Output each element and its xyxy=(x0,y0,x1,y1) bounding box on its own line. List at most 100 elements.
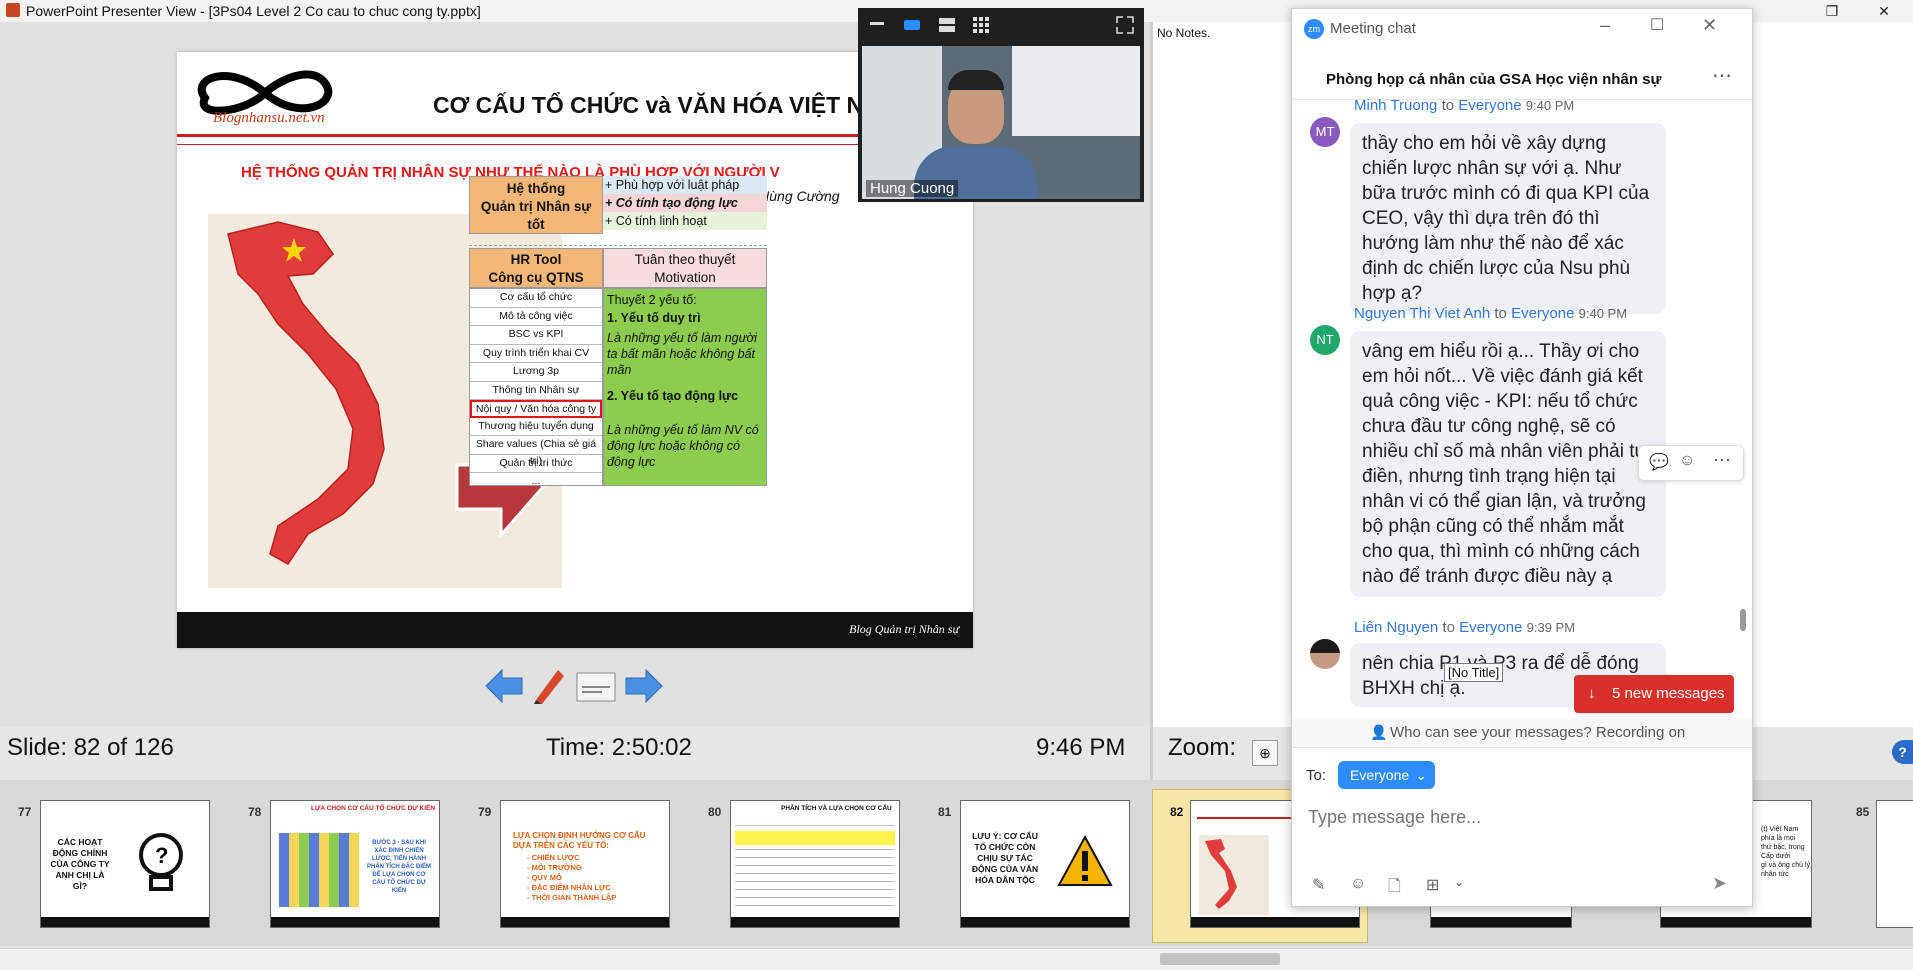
chat-titlebar: zm Meeting chat – ☐ ✕ xyxy=(1292,9,1752,49)
motivation-line1: Tuân theo thuyết xyxy=(634,252,736,267)
slide-footer-text: Blog Quản trị Nhân sự xyxy=(849,622,959,636)
meeting-chat-window[interactable]: zm Meeting chat – ☐ ✕ Phòng họp cá nhân … xyxy=(1291,8,1753,907)
tool-item: Cơ cấu tổ chức xyxy=(470,289,602,308)
thumb-82-map xyxy=(1199,835,1269,915)
motivation-header: Tuân theo thuyết Motivation xyxy=(603,248,767,288)
add-reaction-icon[interactable]: ☺ xyxy=(1679,452,1695,470)
thumbnail-78[interactable]: LỰA CHỌN CƠ CẤU TỔ CHỨC DỰ KIẾN BƯỚC 3 -… xyxy=(270,800,440,928)
message-input[interactable] xyxy=(1306,801,1730,833)
zoom-in-icon[interactable]: ⊕ xyxy=(1252,740,1278,766)
reply-in-thread-icon[interactable]: 💬 xyxy=(1649,452,1669,472)
thumb-79-item: - THỜI GIAN THÀNH LẬP xyxy=(527,893,617,902)
maximize-chat-icon[interactable]: ☐ xyxy=(1650,15,1664,35)
theory-factor-1: 1. Yếu tố duy trì xyxy=(607,311,701,325)
theory-factor-2: 2. Yếu tố tạo động lực xyxy=(607,389,739,403)
motivation-theory-box: Thuyết 2 yếu tố: 1. Yếu tố duy trì Là nh… xyxy=(603,288,767,486)
screenshot-icon[interactable]: ⊞ xyxy=(1426,875,1439,895)
video-toolbar xyxy=(858,8,1144,40)
format-text-icon[interactable]: ✎ xyxy=(1312,875,1325,895)
thumb-80-highlight xyxy=(735,831,895,845)
tool-item: Quy trình triển khai CV xyxy=(470,345,602,363)
thumb-84-text: (t) Việt Nam phía là mọi thứ bậc, trong … xyxy=(1761,826,1811,878)
thumb-footer xyxy=(501,917,669,927)
file-icon[interactable]: 🗋 xyxy=(1388,875,1401,902)
zoom-app-icon: zm xyxy=(1304,19,1324,39)
minimize-chat-icon[interactable]: – xyxy=(1600,15,1610,36)
emoji-icon[interactable]: ☺ xyxy=(1350,875,1366,893)
previous-slide-icon[interactable] xyxy=(484,668,524,704)
thumb-number: 80 xyxy=(708,805,722,819)
chat-room-header: Phòng họp cá nhân của GSA Học viện nhân … xyxy=(1292,53,1752,100)
close-chat-icon[interactable]: ✕ xyxy=(1702,15,1717,36)
thumb-footer xyxy=(1431,917,1571,927)
thumb-80-title: PHÂN TÍCH VÀ LỰA CHỌN CƠ CẤU xyxy=(781,805,892,812)
thumb-footer xyxy=(961,917,1129,927)
message-1-bubble[interactable]: thầy cho em hỏi về xây dựng chiến lược n… xyxy=(1350,123,1666,314)
current-slide: Blognhansu.net.vn CƠ CẤU TỔ CHỨC và VĂN … xyxy=(177,52,973,648)
speaker-view-icon[interactable] xyxy=(904,20,920,30)
thumbnail-79[interactable]: LỰA CHỌN ĐỊNH HƯỚNG CƠ CẤU DỰA TRÊN CÁC … xyxy=(500,800,670,928)
scrollbar-thumb[interactable] xyxy=(1160,953,1280,965)
next-slide-icon[interactable] xyxy=(624,668,664,704)
thumbnail-81[interactable]: LƯU Ý: CƠ CẤU TỔ CHỨC CÒN CHỊU SỰ TÁC ĐỘ… xyxy=(960,800,1130,928)
pane-divider[interactable] xyxy=(1150,22,1153,782)
lightbulb-icon: ? xyxy=(139,833,183,891)
more-options-chevron-icon[interactable]: ⌄ xyxy=(1454,875,1464,889)
tool-item: Thương hiệu tuyển dụng xyxy=(470,418,602,436)
gallery-strip-icon[interactable] xyxy=(938,16,956,34)
tool-item: Thông tin Nhân sự xyxy=(470,382,602,400)
gallery-grid-icon[interactable] xyxy=(972,16,990,34)
message-more-icon[interactable]: ⋯ xyxy=(1713,450,1731,471)
thumb-79-list: - CHIẾN LƯỢC - MÔI TRƯỜNG - QUY MÔ - ĐẶC… xyxy=(527,853,616,903)
restore-window-icon[interactable]: ❐ xyxy=(1812,0,1852,22)
avatar-mt[interactable]: MT xyxy=(1310,117,1340,147)
message-to-word: to xyxy=(1494,305,1507,322)
thumb-number: 81 xyxy=(938,805,952,819)
thumbnail-77[interactable]: CÁC HOẠT ĐỘNG CHÍNH CỦA CÔNG TY ANH CHỊ … xyxy=(40,800,210,928)
fullscreen-icon[interactable] xyxy=(1116,16,1134,34)
privacy-person-icon: 👤 xyxy=(1370,724,1388,740)
message-recipient: Everyone xyxy=(1458,97,1522,114)
thumbnail-85[interactable] xyxy=(1876,800,1913,928)
tool-item: Mô tả công việc xyxy=(470,308,602,326)
chat-room-name: Phòng họp cá nhân của GSA Học viện nhân … xyxy=(1326,71,1662,88)
hr-tool-line1: HR Tool xyxy=(510,252,562,267)
chevron-down-icon: ⌄ xyxy=(1415,767,1428,783)
thumb-number: 82 xyxy=(1170,805,1184,819)
chat-scrollbar-thumb[interactable] xyxy=(1740,609,1746,631)
new-messages-button[interactable]: ↓ 5 new messages xyxy=(1574,675,1734,713)
thumb-79-item: - CHIẾN LƯỢC xyxy=(527,853,580,862)
avatar-nt[interactable]: NT xyxy=(1310,325,1340,355)
thumb-footer xyxy=(731,917,899,927)
thumb-number: 77 xyxy=(18,805,32,819)
motivation-line2: Motivation xyxy=(654,270,716,285)
privacy-notice-text: Who can see your messages? Recording on xyxy=(1390,724,1686,741)
thumbnail-scrollbar[interactable] xyxy=(0,948,1913,970)
avatar-hair xyxy=(1310,639,1340,653)
slide-show-options-icon[interactable] xyxy=(576,672,616,702)
privacy-notice[interactable]: 👤 Who can see your messages? Recording o… xyxy=(1292,719,1752,748)
recipient-select[interactable]: Everyone ⌄ xyxy=(1338,761,1436,789)
participant-video xyxy=(862,46,1140,199)
chat-more-icon[interactable]: ⋯ xyxy=(1712,63,1732,88)
thumb-78-grid xyxy=(279,833,359,907)
close-window-icon[interactable]: ✕ xyxy=(1864,0,1904,22)
thumb-footer xyxy=(271,917,439,927)
avatar-lien-photo[interactable] xyxy=(1310,639,1340,669)
zoom-label: Zoom: xyxy=(1168,734,1237,761)
minimize-video-icon[interactable] xyxy=(870,22,884,25)
notes-text: No Notes. xyxy=(1157,26,1211,40)
tool-item: BSC vs KPI xyxy=(470,326,602,345)
chat-app-title: Meeting chat xyxy=(1330,20,1416,37)
video-window[interactable]: Hung Cuong xyxy=(858,8,1144,202)
message-to-word: to xyxy=(1441,97,1455,114)
thumbnail-80[interactable]: PHÂN TÍCH VÀ LỰA CHỌN CƠ CẤU xyxy=(730,800,900,928)
elapsed-time: Time: 2:50:02 xyxy=(546,734,692,761)
hr-system-line1: Hệ thống xyxy=(506,181,566,196)
slide-counter: Slide: 82 of 126 xyxy=(7,734,174,761)
message-2-bubble[interactable]: vâng em hiểu rồi ạ... Thầy ơi cho em hỏi… xyxy=(1350,331,1666,597)
pen-tool-icon[interactable] xyxy=(530,666,568,706)
thumb-footer xyxy=(1661,917,1811,927)
help-icon[interactable]: ? xyxy=(1892,740,1913,764)
send-icon[interactable]: ➤ xyxy=(1712,873,1727,894)
